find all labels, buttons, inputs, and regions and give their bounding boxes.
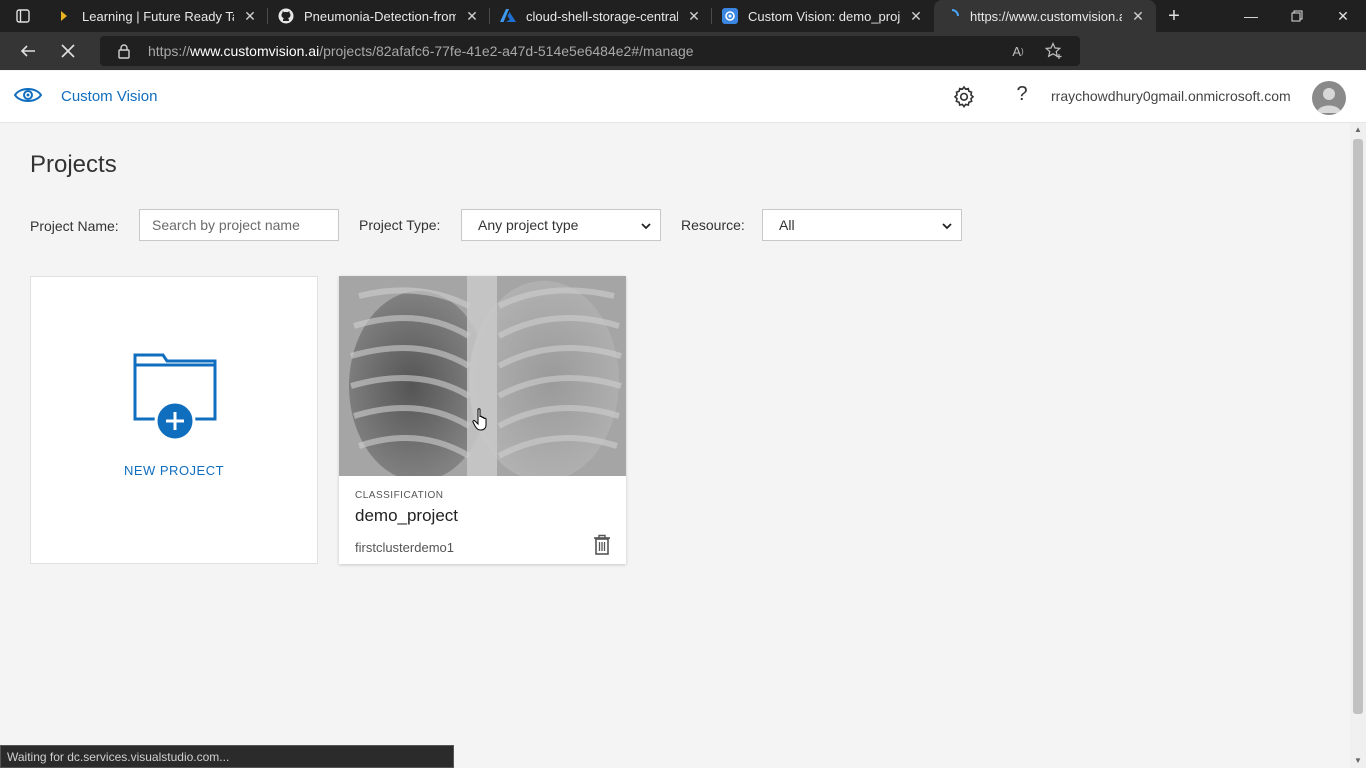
new-project-folder-icon	[133, 353, 217, 444]
tab-title: cloud-shell-storage-centralin	[526, 8, 678, 24]
help-question-icon[interactable]: ?	[1010, 83, 1034, 111]
restore-icon[interactable]	[1274, 0, 1320, 32]
azure-icon	[500, 8, 516, 24]
tab-title: Pneumonia-Detection-from-C	[304, 8, 456, 24]
tab-custom-vision-active[interactable]: https://www.customvision.ai/ ✕	[934, 0, 1156, 32]
browser-tab-bar: Learning | Future Ready Talen ✕ Pneumoni…	[0, 0, 1366, 32]
custom-vision-eye-icon[interactable]	[13, 85, 43, 110]
tab-title: Learning | Future Ready Talen	[82, 8, 234, 24]
avatar[interactable]	[1312, 81, 1346, 115]
chevron-down-icon	[941, 218, 953, 234]
tab-title: https://www.customvision.ai/	[970, 8, 1122, 24]
project-thumbnail-image	[339, 276, 626, 476]
tab-custom-vision-demo[interactable]: Custom Vision: demo_project ✕	[712, 0, 934, 32]
page-viewport: Custom Vision ? rraychowdhury0gmail.onmi…	[0, 71, 1366, 768]
add-favorite-icon[interactable]	[1036, 36, 1072, 66]
close-window-icon[interactable]: ✕	[1320, 0, 1366, 32]
brand-title[interactable]: Custom Vision	[61, 88, 157, 105]
project-type-label: Project Type:	[359, 217, 441, 233]
project-name-label: Project Name:	[30, 218, 119, 234]
loading-tab-icon	[944, 8, 960, 24]
new-project-label: NEW PROJECT	[123, 463, 225, 478]
url-text: https://www.customvision.ai/projects/82a…	[148, 43, 694, 59]
custom-vision-tab-icon	[722, 8, 738, 24]
close-icon[interactable]: ✕	[464, 8, 480, 24]
trash-icon[interactable]	[593, 534, 611, 556]
project-type-select[interactable]: Any project type	[461, 209, 661, 241]
new-tab-icon[interactable]: +	[1156, 0, 1192, 32]
stop-loading-icon[interactable]	[48, 32, 88, 70]
new-project-card[interactable]: NEW PROJECT	[30, 276, 318, 564]
close-icon[interactable]: ✕	[1130, 8, 1146, 24]
project-type-select-value: Any project type	[478, 217, 579, 233]
settings-gear-icon[interactable]	[952, 85, 976, 109]
window-controls: — ✕	[1228, 0, 1366, 32]
project-name: demo_project	[355, 506, 459, 525]
close-icon[interactable]: ✕	[908, 8, 924, 24]
scroll-down-arrow-icon[interactable]: ▼	[1350, 754, 1366, 768]
scrollbar-thumb[interactable]	[1353, 139, 1363, 714]
browser-address-bar: https://www.customvision.ai/projects/82a…	[0, 32, 1366, 95]
browser-status-bar: Waiting for dc.services.visualstudio.com…	[0, 745, 454, 768]
github-icon	[278, 8, 294, 24]
hand-cursor-icon	[472, 408, 490, 437]
learning-tab-icon	[56, 8, 72, 24]
chevron-down-icon	[640, 218, 652, 234]
project-resource: firstclusterdemo1	[355, 540, 454, 555]
tab-title: Custom Vision: demo_project	[748, 8, 900, 24]
close-icon[interactable]: ✕	[242, 8, 258, 24]
page-scrollbar[interactable]: ▲ ▼	[1350, 123, 1366, 768]
lock-icon[interactable]	[100, 43, 148, 59]
resource-label: Resource:	[681, 217, 745, 233]
scroll-up-arrow-icon[interactable]: ▲	[1350, 123, 1366, 137]
resource-select[interactable]: All	[762, 209, 962, 241]
read-aloud-icon[interactable]: A)	[1000, 36, 1036, 66]
app-header: Custom Vision ? rraychowdhury0gmail.onmi…	[0, 71, 1366, 123]
close-icon[interactable]: ✕	[686, 8, 702, 24]
url-bar[interactable]: https://www.customvision.ai/projects/82a…	[100, 36, 1080, 66]
tab-actions-icon[interactable]	[0, 0, 46, 32]
user-email[interactable]: rraychowdhury0gmail.onmicrosoft.com	[1051, 88, 1291, 104]
resource-select-value: All	[779, 217, 795, 233]
minimize-icon[interactable]: —	[1228, 0, 1274, 32]
tab-github[interactable]: Pneumonia-Detection-from-C ✕	[268, 0, 490, 32]
page-title: Projects	[30, 151, 117, 178]
tab-learning[interactable]: Learning | Future Ready Talen ✕	[46, 0, 268, 32]
project-name-search-input[interactable]	[139, 209, 339, 241]
project-type-badge: CLASSIFICATION	[355, 490, 444, 501]
tab-azure-portal[interactable]: cloud-shell-storage-centralin ✕	[490, 0, 712, 32]
back-arrow-icon[interactable]	[8, 32, 48, 70]
